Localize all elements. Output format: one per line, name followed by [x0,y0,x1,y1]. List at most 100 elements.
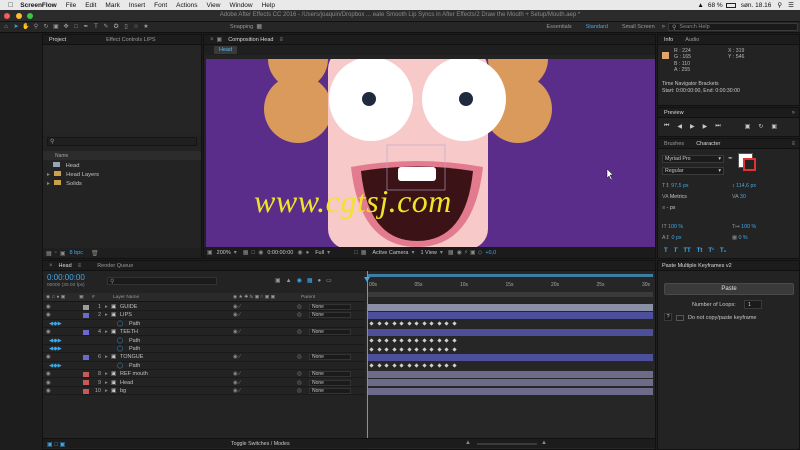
small-caps-button[interactable]: Tt [697,248,703,254]
tab-composition-head[interactable]: Composition Head [222,35,279,45]
visibility-eye-icon[interactable]: ◉ [46,379,51,387]
keyframe[interactable] [421,338,427,343]
layer-search-input[interactable]: ⚲ [107,277,217,285]
zoom-tool-icon[interactable]: ⚲ [32,24,40,31]
layer-switches[interactable]: ◉ ∕ [233,311,240,319]
leading-value[interactable]: 114,6 px [736,183,756,189]
keyframe[interactable] [399,338,404,343]
keyframe[interactable] [384,346,389,352]
keyframe[interactable] [451,321,457,326]
tab-effect-controls[interactable]: Effect Controls LIPS [100,35,161,45]
zoom-dropdown[interactable]: 200% [217,250,231,256]
panel-menu-icon[interactable]: » [792,110,795,116]
keyframe[interactable] [391,363,397,368]
horizontal-scale-value[interactable]: 100 % [741,224,756,230]
camera-dropdown[interactable]: Active Camera [372,250,408,256]
faux-italic-button[interactable]: T [674,248,678,254]
visibility-eye-icon[interactable]: ◉ [46,370,51,378]
property-row[interactable]: ◀◆▶ ◯ Path [43,337,365,345]
chevron-down-icon[interactable]: ▾ [411,249,414,256]
camera-tool-icon[interactable]: ▣ [52,24,60,31]
text-tool-icon[interactable]: T [92,24,100,31]
flowchart-icon[interactable]: ◇ [478,249,483,256]
keyframe[interactable] [436,321,442,326]
keyframe-nav-icon[interactable]: ◀◆▶ [49,362,62,370]
keyframe[interactable] [429,321,434,326]
pan-behind-tool-icon[interactable]: ✥ [62,24,70,31]
roto-tool-icon[interactable]: ☆ [132,24,140,31]
parent-pickwhip-icon[interactable]: ◎ [297,370,302,378]
mask-visibility-icon[interactable]: □ [251,250,255,256]
clock[interactable]: søn. 18.16 [741,2,772,9]
tab-render-queue[interactable]: Render Queue [91,261,139,271]
column-parent[interactable]: Parent [301,295,315,300]
layer-row[interactable]: ◉ 4 ▸ ▣ TEETH ◉ ∕ ◎ None [43,328,365,337]
workspace-standard[interactable]: Standard [586,24,608,30]
tab-project[interactable]: Project [43,35,72,45]
tsume-value[interactable]: 0 % [739,235,748,241]
keyframe[interactable] [391,338,397,343]
keyframe[interactable] [369,338,374,343]
all-caps-button[interactable]: TT [683,248,690,254]
tracking-value[interactable]: 30 [740,194,746,200]
snapshot-icon[interactable]: ◉ [297,249,302,256]
property-row[interactable]: ◀◆▶ ◯ Path [43,362,365,371]
keyframe-nav-icon[interactable]: ◀◆▶ [49,337,62,345]
parent-dropdown[interactable]: None [309,388,351,394]
project-search-input[interactable]: ⚲ [47,137,197,146]
disclosure-triangle-icon[interactable]: ▸ [47,181,50,187]
trash-icon[interactable]: 🗑 [91,250,99,257]
keyframe[interactable] [421,346,427,352]
keyframe[interactable] [406,321,412,326]
comp-timecode[interactable]: 0:00:00:00 [267,250,293,256]
layer-name[interactable]: TEETH [120,328,138,336]
menu-list-icon[interactable]: ☰ [788,1,794,9]
time-ruler[interactable]: 00s 05s 10s 15s 20s 25s 30s [365,271,655,291]
no-copy-checkbox[interactable] [676,315,684,321]
keyframe[interactable] [369,363,374,368]
bit-depth-button[interactable]: 8 bpc [69,250,82,256]
wifi-icon[interactable]: ▲ [697,2,703,9]
timeline-zoom-slider[interactable] [477,443,537,445]
parent-dropdown[interactable]: None [309,371,351,378]
toggle-pixel-icon[interactable]: ▦ [448,249,454,256]
rectangle-tool-icon[interactable]: □ [72,24,80,31]
loop-icon[interactable]: ↻ [758,123,763,130]
font-family-dropdown[interactable]: Myriad Pro ▾ [662,155,724,163]
disclosure-triangle-icon[interactable]: ▸ [47,172,50,178]
panel-menu-icon[interactable]: ≡ [791,141,795,147]
layer-name[interactable]: GUIDE [120,303,137,311]
keyframe[interactable] [414,321,419,326]
stroke-width-value[interactable]: - px [667,205,676,211]
font-size-value[interactable]: 97,5 px [671,183,688,189]
keyframe[interactable] [444,338,449,343]
comp-mini-flowchart-icon[interactable]: ▣ [275,277,281,284]
keyframe[interactable] [421,321,427,326]
visibility-eye-icon[interactable]: ◉ [46,311,51,319]
menu-file[interactable]: File [66,2,76,9]
menu-window[interactable]: Window [229,2,252,9]
label-color-swatch[interactable] [83,388,89,394]
parent-pickwhip-icon[interactable]: ◎ [297,379,302,387]
playhead-handle[interactable] [364,277,370,282]
menu-font[interactable]: Font [154,2,167,9]
time-navigator-range[interactable] [367,274,653,277]
layer-name[interactable]: REF mouth [120,370,148,378]
work-area-bar[interactable] [367,292,653,297]
loops-input[interactable]: 1 [744,300,762,309]
menu-app-name[interactable]: ScreenFlow [20,2,56,9]
new-comp-icon[interactable]: ▣ [60,250,66,257]
keyframe[interactable] [444,363,449,368]
property-name[interactable]: Path [129,362,140,370]
previous-frame-icon[interactable]: ◀ [677,123,682,130]
keyframe[interactable] [376,363,382,368]
apple-icon[interactable]:  [8,2,13,9]
layer-duration-bar[interactable] [367,312,653,320]
keyframe[interactable] [436,363,442,368]
disclosure-triangle-icon[interactable]: ▸ [105,311,108,319]
menu-actions[interactable]: Actions [176,2,197,9]
stopwatch-icon[interactable]: ◯ [117,337,123,345]
layer-row[interactable]: ◉ 6 ▸ ▣ TONGUE ◉ ∕ ◎ None [43,353,365,362]
kerning-dropdown[interactable]: Metrics [670,194,687,200]
new-folder-icon[interactable]: ▫ [55,250,57,256]
